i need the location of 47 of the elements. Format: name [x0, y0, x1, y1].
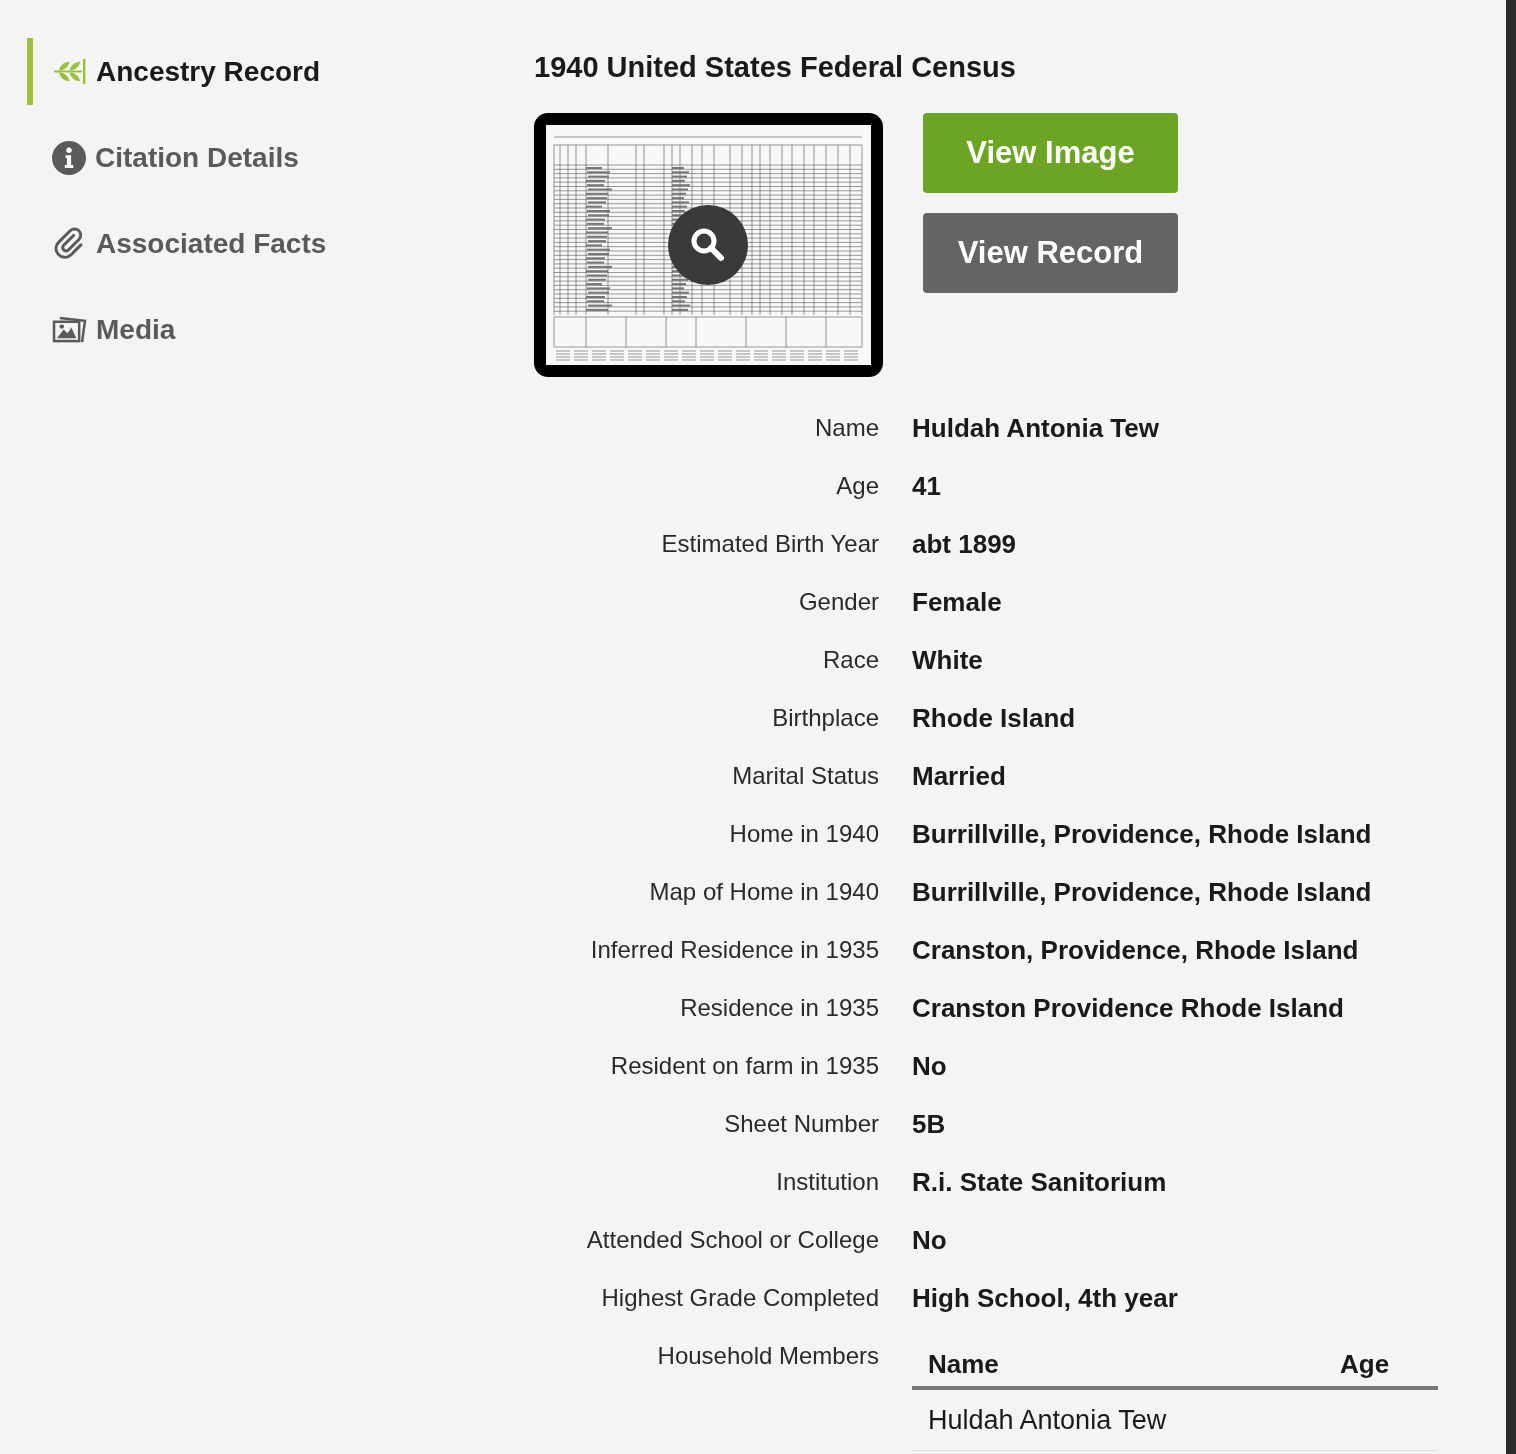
field-label: Map of Home in 1940: [649, 877, 879, 907]
sidebar-item[interactable]: Ancestry Record: [27, 38, 327, 105]
field-label: Home in 1940: [729, 819, 879, 849]
field-label: Marital Status: [732, 761, 879, 791]
field-label: Gender: [798, 587, 879, 617]
field-value: 5B: [912, 1107, 946, 1141]
record-title: 1940 United States Federal Census: [534, 50, 1016, 85]
field-value: 41: [912, 469, 941, 503]
field-value: abt 1899: [912, 527, 1017, 561]
field-value: Burrillville, Providence, Rhode Island: [912, 817, 1372, 851]
field-label: Residence in 1935: [680, 993, 879, 1023]
sidebar-item[interactable]: Associated Facts: [27, 210, 333, 277]
field-value: Married: [912, 759, 1006, 793]
field-label: Sheet Number: [724, 1109, 879, 1139]
field-label: Institution: [776, 1167, 879, 1197]
sidebar-item[interactable]: Media: [27, 296, 182, 363]
view-record-button[interactable]: View Record: [923, 213, 1178, 293]
field-label: Birthplace: [772, 703, 879, 733]
field-value: No: [912, 1049, 947, 1083]
field-label: Age: [836, 471, 879, 501]
leaf-icon: [52, 58, 87, 85]
field-label: Name: [814, 413, 879, 443]
field-label: Resident on farm in 1935: [610, 1051, 879, 1081]
column-header: Age: [1340, 1349, 1390, 1379]
field-value: White: [912, 643, 983, 677]
field-label: Race: [822, 645, 879, 675]
field-label: Inferred Residence in 1935: [590, 935, 879, 965]
field-value: Rhode Island: [912, 701, 1076, 735]
field-label: Attended School or College: [586, 1225, 879, 1255]
field-label: Estimated Birth Year: [661, 529, 879, 559]
info-icon: [52, 140, 86, 175]
field-label: Household Members: [657, 1341, 879, 1371]
field-value: No: [912, 1223, 947, 1257]
image-thumbnail[interactable]: [534, 113, 883, 377]
sidebar-item[interactable]: Citation Details: [27, 124, 305, 191]
column-header: Name: [928, 1349, 999, 1379]
search-icon: [668, 205, 748, 285]
field-value: Burrillville, Providence, Rhode Island: [912, 875, 1372, 909]
field-value: High School, 4th year: [912, 1281, 1178, 1315]
table-cell: Huldah Antonia Tew: [928, 1404, 1167, 1435]
field-label: Highest Grade Completed: [601, 1283, 879, 1313]
field-value: Cranston Providence Rhode Island: [912, 991, 1344, 1025]
images-icon: [52, 315, 87, 344]
field-value: Female: [912, 585, 1002, 619]
field-value: R.i. State Sanitorium: [912, 1165, 1167, 1199]
field-value: Huldah Antonia Tew: [912, 411, 1159, 445]
field-value: Cranston, Providence, Rhode Island: [912, 933, 1359, 967]
